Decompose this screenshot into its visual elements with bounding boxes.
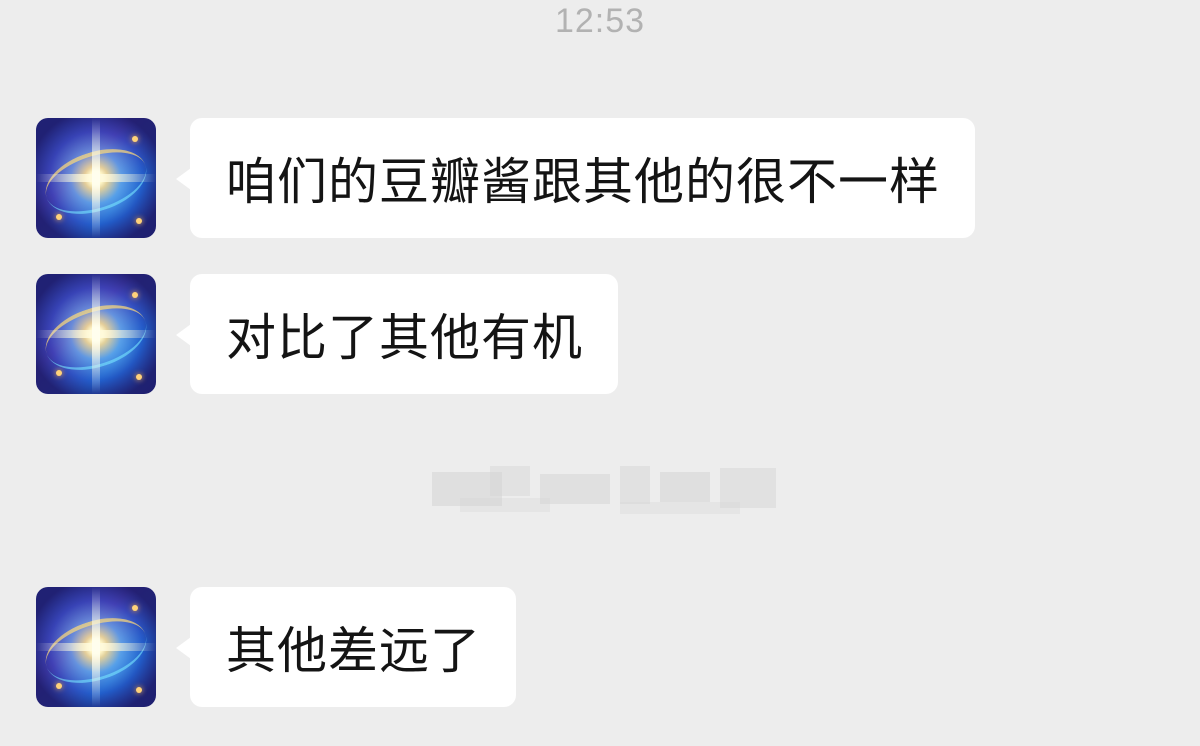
message-bubble[interactable]: 对比了其他有机: [176, 274, 618, 394]
message-bubble[interactable]: 其他差远了: [176, 587, 516, 707]
message-text: 咱们的豆瓣酱跟其他的很不一样: [226, 153, 940, 211]
message-text: 对比了其他有机: [226, 309, 583, 367]
message-timestamp: 12:53: [554, 2, 646, 40]
message-text: 其他差远了: [226, 622, 481, 680]
redacted-system-notice: [420, 462, 800, 522]
message-bubble[interactable]: 咱们的豆瓣酱跟其他的很不一样: [176, 118, 975, 238]
sender-avatar[interactable]: [36, 274, 156, 394]
sender-avatar[interactable]: [36, 118, 156, 238]
sender-avatar[interactable]: [36, 587, 156, 707]
